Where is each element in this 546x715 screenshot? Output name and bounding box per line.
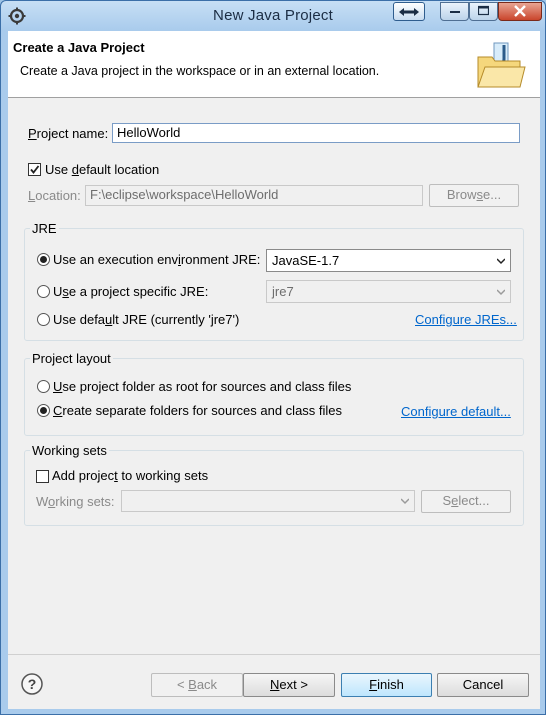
working-sets-group-title: Working sets [30, 443, 109, 458]
default-location-checkbox[interactable] [28, 163, 41, 176]
wizard-title: Create a Java Project [13, 40, 145, 55]
project-name-field[interactable]: HelloWorld [112, 123, 520, 143]
wizard-description: Create a Java project in the workspace o… [20, 64, 380, 78]
cancel-button[interactable]: Cancel [437, 673, 529, 697]
project-folder-root-label[interactable]: Use project folder as root for sources a… [53, 379, 351, 394]
add-to-working-sets-label[interactable]: Add project to working sets [52, 468, 208, 483]
title-bar[interactable]: New Java Project [1, 1, 545, 31]
project-folder-root-radio[interactable] [37, 380, 50, 393]
project-name-label: Project name: [28, 126, 109, 141]
configure-default-link[interactable]: Configure default... [401, 404, 511, 419]
help-icon[interactable]: ? [21, 673, 43, 695]
close-icon [514, 5, 526, 17]
project-layout-group [24, 358, 524, 436]
dialog-client-area: Create a Java Project Create a Java proj… [8, 31, 540, 709]
jre-group-title: JRE [30, 221, 59, 236]
maximize-icon [477, 5, 490, 16]
new-java-project-window: New Java Project Create a Java Project C… [0, 0, 546, 715]
working-sets-label: Working sets: [36, 494, 115, 509]
wizard-header: Create a Java Project Create a Java proj… [8, 31, 540, 98]
project-specific-jre-select[interactable]: jre7 [266, 280, 511, 303]
minimize-button[interactable] [440, 2, 469, 21]
add-to-working-sets-checkbox[interactable] [36, 470, 49, 483]
close-button[interactable] [498, 2, 542, 21]
separate-folders-radio[interactable] [37, 404, 50, 417]
location-label: Location: [28, 188, 81, 203]
footer-separator [8, 654, 540, 655]
location-field[interactable]: F:\eclipse\workspace\HelloWorld [85, 185, 423, 206]
project-specific-jre-label[interactable]: Use a project specific JRE: [53, 284, 208, 299]
separate-folders-label[interactable]: Create separate folders for sources and … [53, 403, 342, 418]
double-arrow-icon [399, 8, 419, 16]
execution-environment-radio[interactable] [37, 253, 50, 266]
working-sets-group [24, 450, 524, 526]
checkmark-icon [30, 165, 40, 174]
chevron-down-icon [497, 289, 505, 296]
default-location-label[interactable]: Use default location [45, 162, 159, 177]
working-sets-select[interactable] [121, 490, 415, 512]
execution-environment-select[interactable]: JavaSE-1.7 [266, 249, 511, 272]
back-button[interactable]: < Back [151, 673, 243, 697]
svg-text:?: ? [28, 676, 37, 692]
project-layout-group-title: Project layout [30, 351, 113, 366]
select-working-sets-button[interactable]: Select... [421, 490, 511, 513]
project-specific-jre-radio[interactable] [37, 285, 50, 298]
project-specific-jre-value: jre7 [272, 284, 294, 299]
finish-button[interactable]: Finish [341, 673, 432, 697]
new-java-project-banner-icon [477, 42, 526, 88]
execution-environment-label[interactable]: Use an execution environment JRE: [53, 252, 260, 267]
default-jre-label[interactable]: Use default JRE (currently 'jre7') [53, 312, 239, 327]
configure-jres-link[interactable]: Configure JREs... [415, 312, 517, 327]
chevron-down-icon [497, 258, 505, 265]
minimize-icon [449, 11, 460, 13]
maximize-button[interactable] [469, 2, 498, 21]
next-button[interactable]: Next > [243, 673, 335, 697]
default-jre-radio[interactable] [37, 313, 50, 326]
resize-button[interactable] [393, 2, 425, 21]
chevron-down-icon [401, 498, 409, 505]
browse-button[interactable]: Browse... [429, 184, 519, 207]
execution-environment-value: JavaSE-1.7 [272, 253, 340, 268]
